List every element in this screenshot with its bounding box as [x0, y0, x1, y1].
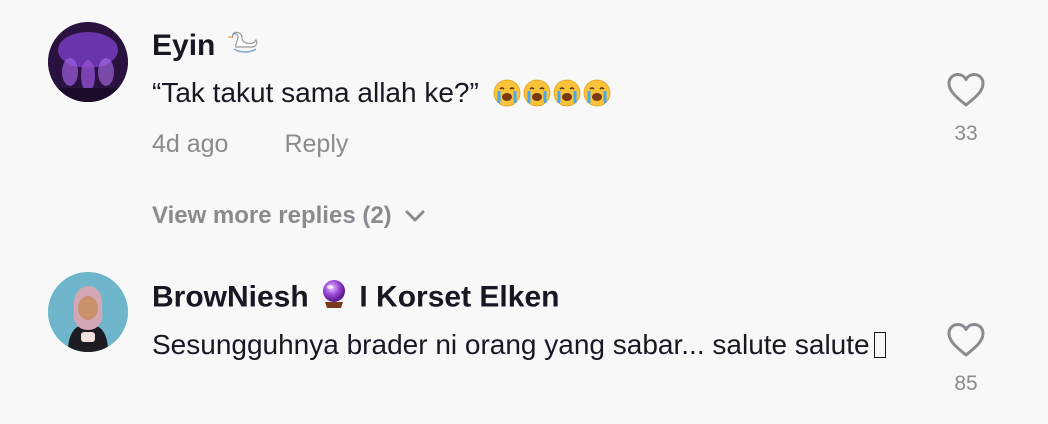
- username-text[interactable]: Eyin: [152, 29, 215, 62]
- reply-button[interactable]: Reply: [284, 130, 348, 159]
- avatar[interactable]: [48, 22, 128, 102]
- like-count: 33: [954, 122, 978, 145]
- heart-icon[interactable]: [946, 322, 986, 358]
- comment-username[interactable]: BrowNiesh I Korset Elken: [152, 278, 559, 319]
- comment-timestamp: 4d ago: [152, 130, 229, 158]
- missing-glyph-icon: [873, 332, 886, 358]
- avatar[interactable]: [48, 272, 128, 352]
- like-group: 33: [940, 72, 992, 146]
- loudly-crying-face-icon: [583, 79, 610, 107]
- comment-username[interactable]: Eyin: [152, 28, 262, 65]
- comment-meta: 4d ago Reply: [152, 130, 348, 159]
- avatar-image: [48, 22, 128, 102]
- view-more-replies-button[interactable]: View more replies (2): [152, 202, 426, 230]
- loudly-crying-face-icon: [523, 79, 550, 107]
- comment-text-content: “Tak takut sama allah ke?”: [152, 77, 479, 108]
- chevron-down-icon: [405, 210, 425, 222]
- comment-text: “Tak takut sama allah ke?”: [152, 74, 912, 112]
- comment-text: Sesungguhnya brader ni orang yang sabar.…: [152, 326, 912, 364]
- comment-text-content: Sesungguhnya brader ni orang yang sabar.…: [152, 329, 870, 360]
- heart-icon[interactable]: [946, 72, 986, 108]
- avatar-image: [48, 272, 128, 352]
- view-more-replies-label: View more replies (2): [152, 202, 392, 229]
- username-text[interactable]: BrowNiesh: [152, 280, 309, 313]
- like-group: 85: [940, 322, 992, 396]
- crystal-ball-icon: [319, 278, 349, 319]
- loudly-crying-face-icon: [493, 79, 520, 107]
- username-suffix[interactable]: I Korset Elken: [359, 280, 559, 313]
- comment-item: BrowNiesh I Korset Elken Sesungguhnya br…: [0, 260, 1048, 424]
- like-count: 85: [954, 372, 978, 395]
- loudly-crying-face-icon: [553, 79, 580, 107]
- emoji-group: [493, 77, 613, 108]
- comment-item: Eyin “Tak takut sama allah ke?” 4d ago R…: [0, 0, 1048, 260]
- swan-icon: [226, 29, 260, 65]
